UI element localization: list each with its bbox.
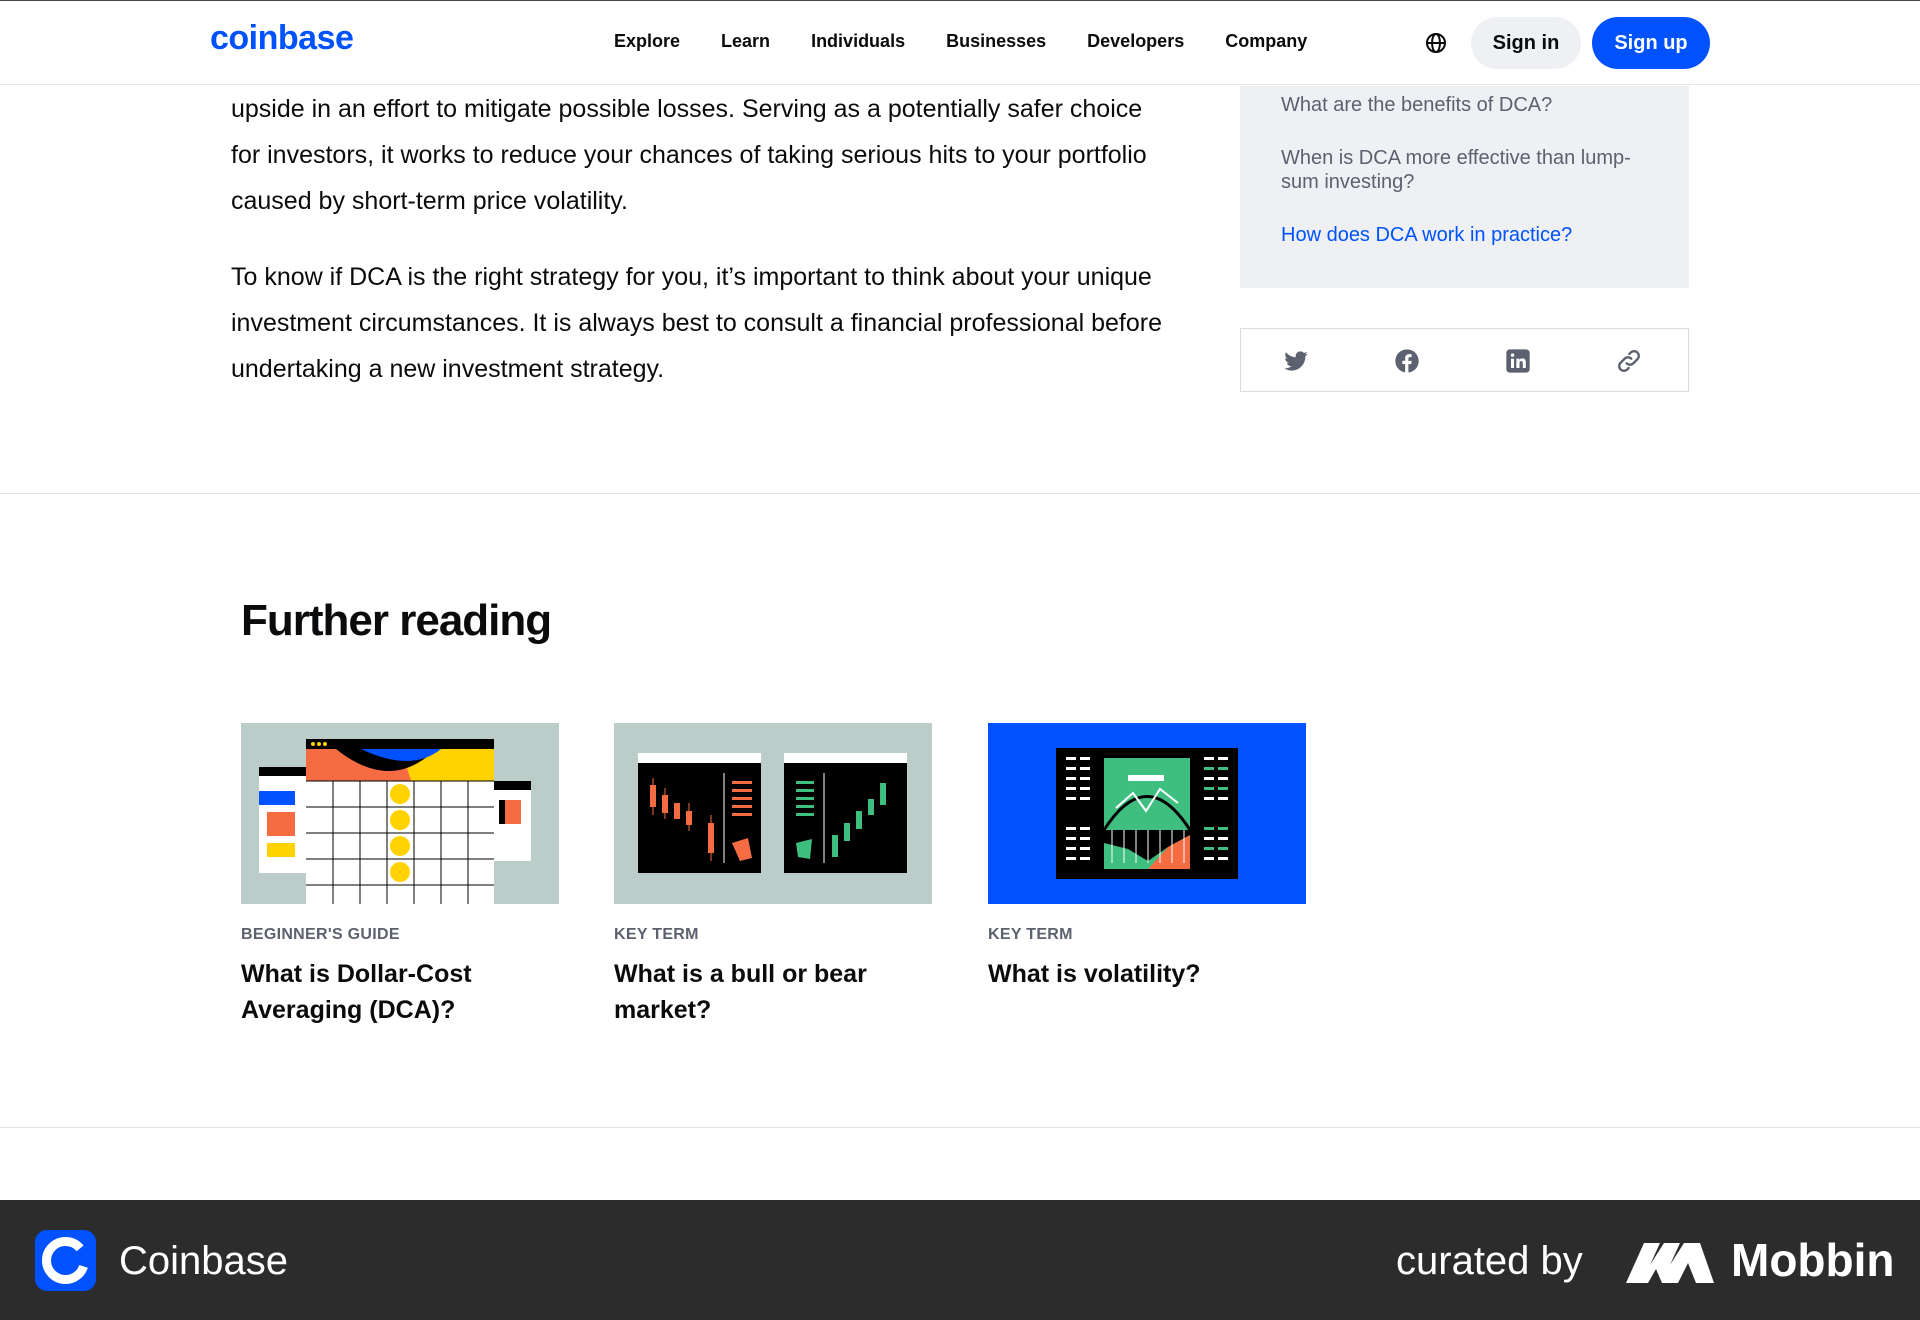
curated-by-label: curated by [1396,1239,1583,1283]
reading-card-bull-bear[interactable]: KEY TERM What is a bull or bear market? [614,723,932,1028]
site-header: coinbase Explore Learn Individuals Busin… [0,1,1920,85]
nav-explore[interactable]: Explore [614,31,680,52]
further-reading-heading: Further reading [241,596,552,645]
bull-bear-charts-illustration [614,723,932,904]
mobbin-wordmark: Mobbin [1731,1234,1895,1286]
article-body: upside in an effort to mitigate possible… [231,86,1171,392]
article-paragraph: To know if DCA is the right strategy for… [231,263,1162,383]
nav-developers[interactable]: Developers [1087,31,1184,52]
article-paragraph: upside in an effort to mitigate possible… [231,95,1147,215]
coinbase-logo[interactable]: coinbase [210,19,354,58]
card-category: BEGINNER'S GUIDE [241,926,400,943]
nav-businesses[interactable]: Businesses [946,31,1046,52]
nav-individuals[interactable]: Individuals [811,31,905,52]
app-name: Coinbase [119,1239,289,1283]
card-title[interactable]: What is a bull or bear market? [614,956,932,1028]
nav-learn[interactable]: Learn [721,31,770,52]
sign-in-button[interactable]: Sign in [1471,17,1581,69]
coinbase-app-icon [35,1230,96,1291]
card-category: KEY TERM [988,926,1073,943]
sign-up-button[interactable]: Sign up [1592,17,1710,69]
dca-calendar-illustration [241,723,559,904]
linkedin-icon[interactable] [1504,347,1532,375]
globe-icon[interactable] [1424,31,1448,55]
nav-company[interactable]: Company [1225,31,1307,52]
toc-item-benefits[interactable]: What are the benefits of DCA? [1281,93,1661,117]
curation-footer: Coinbase curated by Mobbin [0,1200,1920,1320]
toc-item-in-practice[interactable]: How does DCA work in practice? [1281,223,1661,247]
reading-card-volatility[interactable]: KEY TERM What is volatility? [988,723,1306,992]
card-title[interactable]: What is volatility? [988,956,1306,992]
section-divider [0,493,1920,494]
card-category: KEY TERM [614,926,699,943]
twitter-icon[interactable] [1282,347,1310,375]
toc-item-lump-sum[interactable]: When is DCA more effective than lump-sum… [1281,146,1661,194]
share-bar [1240,328,1689,392]
volatility-illustration [988,723,1306,904]
card-title[interactable]: What is Dollar-Cost Averaging (DCA)? [241,956,559,1028]
table-of-contents: What are the benefits of DCA? When is DC… [1240,86,1689,288]
section-divider [0,1127,1920,1128]
mobbin-logo-icon [1626,1243,1714,1283]
main-nav: Explore Learn Individuals Businesses Dev… [614,31,1348,52]
link-icon[interactable] [1615,347,1643,375]
reading-card-dca[interactable]: BEGINNER'S GUIDE What is Dollar-Cost Ave… [241,723,559,1028]
facebook-icon[interactable] [1393,347,1421,375]
